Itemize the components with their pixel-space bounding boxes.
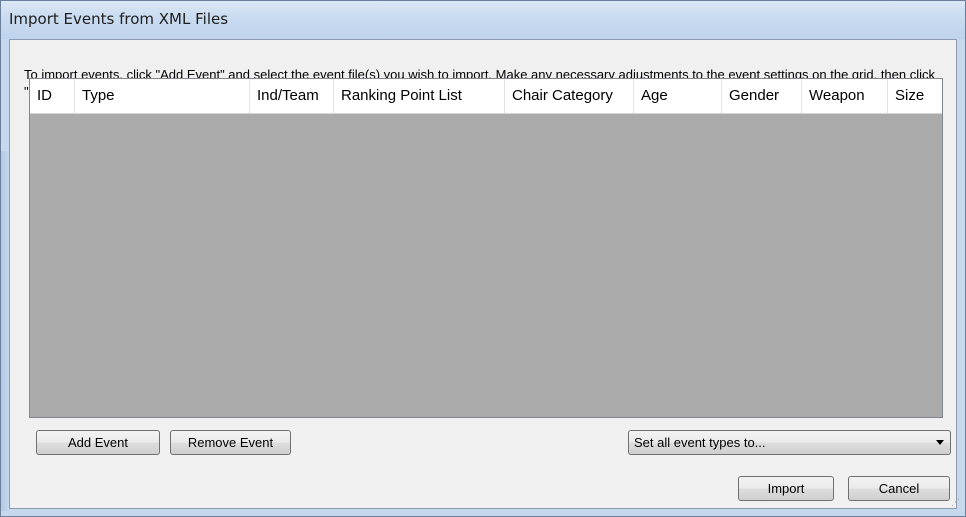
column-header-type[interactable]: Type — [75, 79, 250, 113]
column-header-size[interactable]: Size — [888, 79, 942, 113]
column-header-ranking-point-list[interactable]: Ranking Point List — [334, 79, 505, 113]
chevron-down-icon[interactable] — [936, 440, 944, 445]
column-header-weapon[interactable]: Weapon — [802, 79, 888, 113]
import-button[interactable]: Import — [738, 476, 834, 501]
remove-event-button[interactable]: Remove Event — [170, 430, 291, 455]
events-grid[interactable]: ID Type Ind/Team Ranking Point List Chai… — [29, 78, 943, 418]
column-header-ind-team[interactable]: Ind/Team — [250, 79, 334, 113]
event-type-select[interactable]: Set all event types to... — [628, 430, 951, 455]
column-header-gender[interactable]: Gender — [722, 79, 802, 113]
import-events-window: Import Events from XML Files To import e… — [0, 0, 966, 517]
title-bar[interactable]: Import Events from XML Files — [1, 1, 965, 39]
window-frame-accent — [1, 151, 9, 511]
column-header-age[interactable]: Age — [634, 79, 722, 113]
window-title: Import Events from XML Files — [9, 10, 229, 28]
column-header-id[interactable]: ID — [30, 79, 75, 113]
resize-grip-icon[interactable]: ⋰ — [951, 497, 960, 508]
grid-header: ID Type Ind/Team Ranking Point List Chai… — [30, 79, 942, 114]
column-header-chair-category[interactable]: Chair Category — [505, 79, 634, 113]
event-type-select-value: Set all event types to... — [634, 435, 766, 450]
cancel-button[interactable]: Cancel — [848, 476, 950, 501]
add-event-button[interactable]: Add Event — [36, 430, 160, 455]
